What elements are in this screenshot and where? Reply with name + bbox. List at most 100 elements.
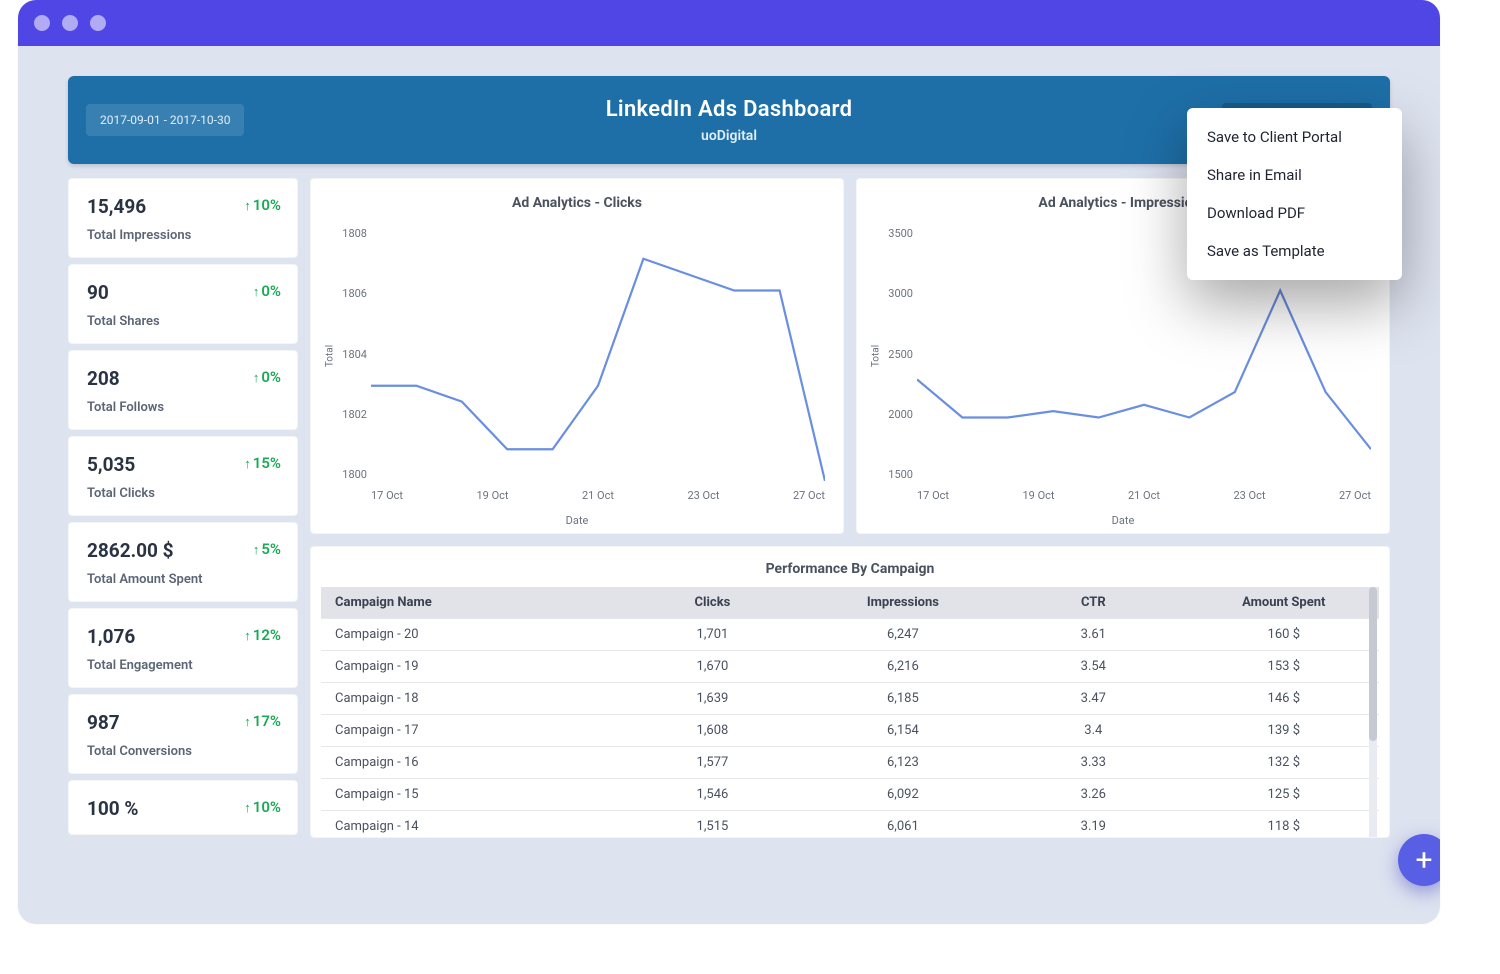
axis-tick: 1804 xyxy=(333,348,367,361)
kpi-card: 15,496Total Impressions10% xyxy=(68,178,298,258)
actions-menu-item[interactable]: Download PDF xyxy=(1187,194,1402,232)
table-cell: 153 $ xyxy=(1189,651,1379,683)
dashboard-title-block: LinkedIn Ads Dashboard uoDigital xyxy=(606,97,853,144)
dashboard-subtitle: uoDigital xyxy=(606,128,853,144)
table-cell: Campaign - 18 xyxy=(321,683,617,715)
table-cell: 6,216 xyxy=(808,651,998,683)
table-row[interactable]: Campaign - 151,5466,0923.26125 $ xyxy=(321,779,1379,811)
add-widget-fab[interactable]: + xyxy=(1398,834,1440,886)
table-cell: 1,639 xyxy=(617,683,807,715)
table-cell: 1,515 xyxy=(617,811,807,839)
window-max-icon[interactable] xyxy=(90,15,106,31)
table-column-header[interactable]: Impressions xyxy=(808,587,998,619)
axis-tick: 23 Oct xyxy=(1233,489,1265,505)
table-scrollbar[interactable] xyxy=(1369,587,1377,838)
kpi-rail: 15,496Total Impressions10%90Total Shares… xyxy=(68,178,298,838)
axis-tick: 21 Oct xyxy=(582,489,614,505)
table-column-header[interactable]: Campaign Name xyxy=(321,587,617,619)
table-cell: 3.26 xyxy=(998,779,1188,811)
table-cell: Campaign - 16 xyxy=(321,747,617,779)
kpi-card: 5,035Total Clicks15% xyxy=(68,436,298,516)
kpi-label: Total Impressions xyxy=(87,228,279,243)
kpi-delta: 15% xyxy=(244,454,281,472)
kpi-label: Total Follows xyxy=(87,400,279,415)
dashboard-title: LinkedIn Ads Dashboard xyxy=(606,97,853,122)
x-axis-ticks: 17 Oct19 Oct21 Oct23 Oct27 Oct xyxy=(917,489,1371,505)
table-cell: Campaign - 20 xyxy=(321,619,617,651)
axis-tick: 27 Oct xyxy=(793,489,825,505)
chart-plot-area xyxy=(371,227,825,481)
plus-icon: + xyxy=(1415,843,1432,878)
table-row[interactable]: Campaign - 201,7016,2473.61160 $ xyxy=(321,619,1379,651)
kpi-delta: 0% xyxy=(253,368,281,386)
kpi-value: 2862.00 $ xyxy=(87,539,279,562)
table-cell: 146 $ xyxy=(1189,683,1379,715)
kpi-card: 208 Total Follows 0% xyxy=(68,350,298,430)
table-cell: 3.33 xyxy=(998,747,1188,779)
table-column-header[interactable]: CTR xyxy=(998,587,1188,619)
kpi-label: Total Shares xyxy=(87,314,279,329)
table-cell: 1,608 xyxy=(617,715,807,747)
kpi-label: Total Engagement xyxy=(87,658,279,673)
table-row[interactable]: Campaign - 161,5776,1233.33132 $ xyxy=(321,747,1379,779)
actions-menu-item[interactable]: Save as Template xyxy=(1187,232,1402,270)
table-cell: 6,185 xyxy=(808,683,998,715)
table-cell: 3.54 xyxy=(998,651,1188,683)
axis-tick: 2000 xyxy=(879,408,913,421)
kpi-value: 90 xyxy=(87,281,279,304)
kpi-delta: 10% xyxy=(244,196,281,214)
table-cell: 118 $ xyxy=(1189,811,1379,839)
table-row[interactable]: Campaign - 191,6706,2163.54153 $ xyxy=(321,651,1379,683)
chart-clicks: Ad Analytics - Clicks Total 180818061804… xyxy=(310,178,844,534)
table-cell: 3.19 xyxy=(998,811,1188,839)
kpi-card: 987Total Conversions17% xyxy=(68,694,298,774)
window-min-icon[interactable] xyxy=(62,15,78,31)
table-cell: 6,061 xyxy=(808,811,998,839)
kpi-delta: 17% xyxy=(244,712,281,730)
app-window: 2017-09-01 - 2017-10-30 LinkedIn Ads Das… xyxy=(18,0,1440,924)
table-row[interactable]: Campaign - 181,6396,1853.47146 $ xyxy=(321,683,1379,715)
chart-title: Ad Analytics - Clicks xyxy=(333,195,821,211)
date-range-chip[interactable]: 2017-09-01 - 2017-10-30 xyxy=(86,104,244,136)
kpi-card: 2862.00 $Total Amount Spent5% xyxy=(68,522,298,602)
kpi-card: 1,076Total Engagement12% xyxy=(68,608,298,688)
kpi-label: Total Conversions xyxy=(87,744,279,759)
axis-tick: 1802 xyxy=(333,408,367,421)
table-cell: 3.61 xyxy=(998,619,1188,651)
table-cell: 6,092 xyxy=(808,779,998,811)
table-row[interactable]: Campaign - 141,5156,0613.19118 $ xyxy=(321,811,1379,839)
table-header-row: Campaign NameClicksImpressionsCTRAmount … xyxy=(321,587,1379,619)
table-cell: 6,123 xyxy=(808,747,998,779)
y-axis-ticks: 18081806180418021800 xyxy=(333,227,367,481)
table-wrapper: Campaign NameClicksImpressionsCTRAmount … xyxy=(321,587,1379,838)
table-cell: Campaign - 15 xyxy=(321,779,617,811)
scrollbar-thumb[interactable] xyxy=(1369,587,1377,741)
table-cell: Campaign - 14 xyxy=(321,811,617,839)
window-close-icon[interactable] xyxy=(34,15,50,31)
actions-menu-item[interactable]: Share in Email xyxy=(1187,156,1402,194)
table-cell: 6,247 xyxy=(808,619,998,651)
table-row[interactable]: Campaign - 171,6086,1543.4139 $ xyxy=(321,715,1379,747)
axis-tick: 1800 xyxy=(333,468,367,481)
axis-tick: 1500 xyxy=(879,468,913,481)
actions-menu-item[interactable]: Save to Client Portal xyxy=(1187,118,1402,156)
axis-tick: 23 Oct xyxy=(687,489,719,505)
table-cell: 1,670 xyxy=(617,651,807,683)
x-axis-label: Date xyxy=(857,514,1389,527)
table-title: Performance By Campaign xyxy=(321,561,1379,577)
table-cell: Campaign - 19 xyxy=(321,651,617,683)
y-axis-ticks: 35003000250020001500 xyxy=(879,227,913,481)
kpi-value: 208 xyxy=(87,367,279,390)
table-column-header[interactable]: Amount Spent xyxy=(1189,587,1379,619)
table-cell: 1,577 xyxy=(617,747,807,779)
viewport: 2017-09-01 - 2017-10-30 LinkedIn Ads Das… xyxy=(18,46,1440,924)
kpi-label: Total Clicks xyxy=(87,486,279,501)
axis-tick: 1806 xyxy=(333,287,367,300)
kpi-delta: 5% xyxy=(253,540,281,558)
table-cell: Campaign - 17 xyxy=(321,715,617,747)
table-cell: 139 $ xyxy=(1189,715,1379,747)
axis-tick: 19 Oct xyxy=(476,489,508,505)
table-cell: 1,701 xyxy=(617,619,807,651)
axis-tick: 19 Oct xyxy=(1022,489,1054,505)
table-column-header[interactable]: Clicks xyxy=(617,587,807,619)
